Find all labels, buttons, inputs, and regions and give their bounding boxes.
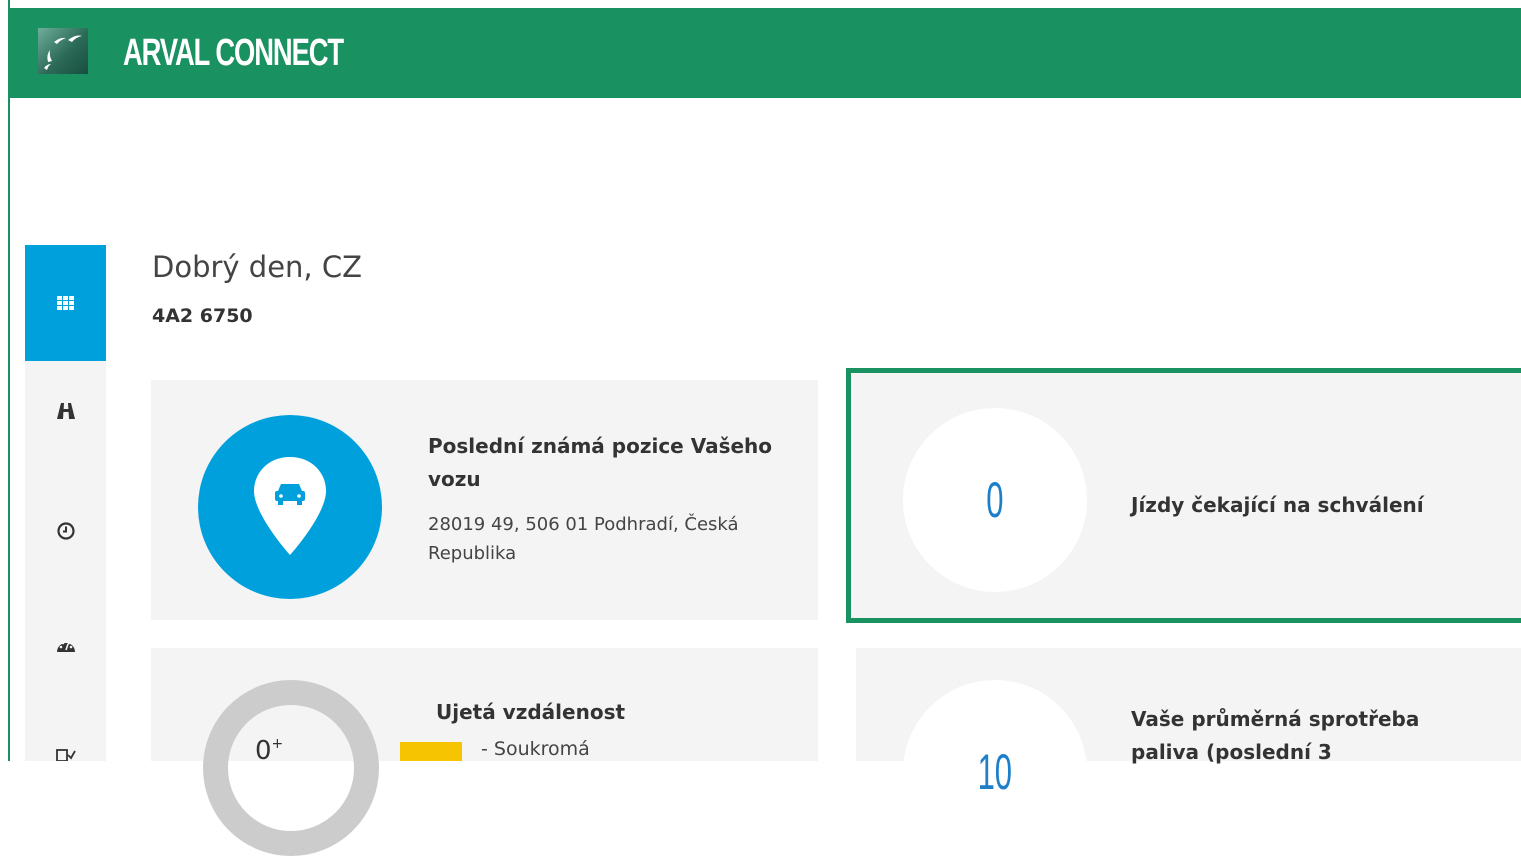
app-header: ARVAL CONNECT [10,8,1521,98]
speedometer-icon [56,641,75,652]
pending-trips-circle: 0 [903,408,1087,592]
distance-title: Ujetá vzdálenost [436,700,626,724]
greeting-title: Dobrý den, CZ [152,250,362,284]
car-location-pin-icon [198,415,382,599]
last-position-address: 28019 49, 506 01 Podhradí, Česká Republi… [428,514,739,564]
distance-card[interactable]: 0+ Ujetá vzdálenost - Soukromá [151,648,818,856]
distance-donut-chart [203,680,379,856]
legend-label-private: - Soukromá [481,738,590,760]
fuel-consumption-title: Vaše průměrná sprotřeba paliva (poslední… [1131,707,1420,764]
bnp-stars-logo-icon[interactable] [38,28,88,74]
distance-value: 0+ [255,736,284,766]
dashboard-grid-icon [57,296,74,310]
fuel-consumption-circle: 10 [903,680,1087,864]
road-icon [56,403,75,419]
sidebar-item-statistics[interactable] [25,597,106,697]
sidebar-item-tasks[interactable] [25,713,106,773]
clock-icon [56,522,75,540]
checklist-icon [55,749,76,761]
sidebar-item-history[interactable] [25,481,106,581]
sidebar-item-dashboard[interactable] [25,245,106,361]
last-position-title: Poslední známá pozice Vašeho vozu [428,434,773,491]
pending-trips-count: 0 [986,472,1004,528]
pending-trips-label: Jízdy čekající na schválení [1131,493,1424,517]
sidebar-nav [25,245,106,761]
brand-title[interactable]: ARVAL CONNECT [123,28,344,78]
fuel-consumption-card[interactable]: 10 Vaše průměrná sprotřeba paliva (posle… [856,648,1521,864]
legend-swatch-private [400,742,462,761]
window-left-frame [0,0,10,761]
last-position-card[interactable]: Poslední známá pozice Vašeho vozu 28019 … [151,380,818,620]
pending-trips-card[interactable]: 0 Jízdy čekající na schválení [846,368,1521,623]
vehicle-plate: 4A2 6750 [152,305,253,327]
sidebar-item-road[interactable] [25,361,106,461]
fuel-consumption-value: 10 [977,744,1013,800]
